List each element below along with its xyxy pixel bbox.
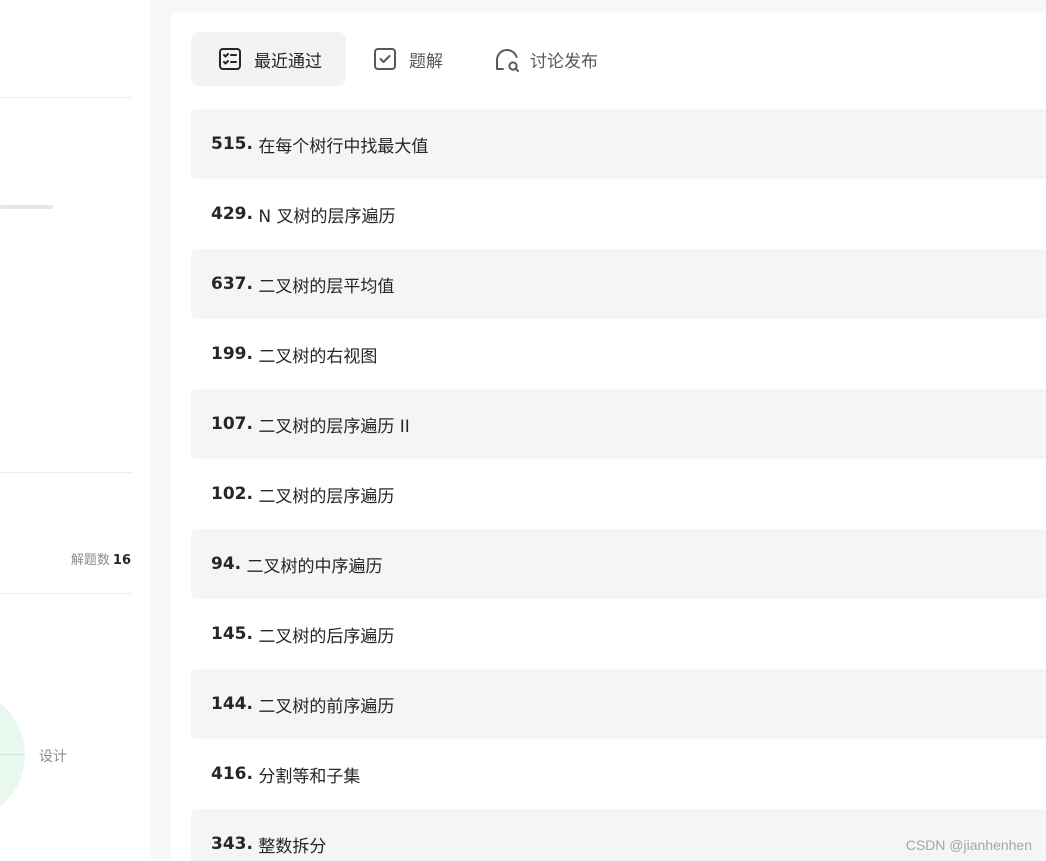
tab-solutions[interactable]: 题解 bbox=[346, 32, 467, 86]
problem-number: 416. bbox=[211, 764, 253, 784]
problem-number: 94. bbox=[211, 554, 242, 574]
divider bbox=[0, 472, 132, 473]
tab-label: 讨论发布 bbox=[530, 51, 598, 72]
problem-title: 二叉树的层序遍历 II bbox=[258, 416, 410, 437]
activity-card: 最近通过 题解 讨论发布 515. 在每个树行中找最大值 429. N 叉树的层… bbox=[171, 12, 1046, 861]
problem-row[interactable]: 199. 二叉树的右视图 bbox=[191, 319, 1046, 389]
solved-count-label: 解题数 bbox=[70, 553, 110, 568]
chart-legend-label: 设计 bbox=[39, 749, 67, 765]
divider bbox=[0, 593, 132, 594]
problem-number: 515. bbox=[211, 134, 253, 154]
problem-row[interactable]: 144. 二叉树的前序遍历 bbox=[191, 669, 1046, 739]
problem-title: 整数拆分 bbox=[258, 836, 327, 857]
problem-number: 144. bbox=[211, 694, 253, 714]
checklist-icon bbox=[218, 47, 242, 71]
divider bbox=[0, 97, 132, 98]
tab-label: 最近通过 bbox=[254, 51, 322, 72]
problem-row[interactable]: 94. 二叉树的中序遍历 bbox=[191, 529, 1046, 599]
profile-sidebar: 解题数 16 设计 bbox=[0, 0, 151, 861]
problem-row[interactable]: 102. 二叉树的层序遍历 bbox=[191, 459, 1046, 529]
legend-leader-line bbox=[0, 754, 24, 755]
problem-title: 二叉树的中序遍历 bbox=[246, 556, 383, 577]
solved-count-value: 16 bbox=[112, 553, 131, 568]
problem-row[interactable]: 515. 在每个树行中找最大值 bbox=[191, 109, 1046, 179]
problem-title: 分割等和子集 bbox=[258, 766, 361, 787]
problem-number: 145. bbox=[211, 624, 253, 644]
problem-number: 199. bbox=[211, 344, 253, 364]
tab-recent-accepted[interactable]: 最近通过 bbox=[191, 32, 346, 86]
page: 解题数 16 设计 最近通过 题解 讨论发布 515. 在每个树行中找最大值 4… bbox=[0, 0, 1046, 861]
problem-title: 二叉树的层序遍历 bbox=[258, 486, 395, 507]
problem-row[interactable]: 107. 二叉树的层序遍历 II bbox=[191, 389, 1046, 459]
problem-row[interactable]: 343. 整数拆分 bbox=[191, 809, 1046, 861]
problem-row[interactable]: 637. 二叉树的层平均值 bbox=[191, 249, 1046, 319]
problem-title: 二叉树的层平均值 bbox=[258, 276, 395, 297]
problem-number: 107. bbox=[211, 414, 253, 434]
problem-number: 102. bbox=[211, 484, 253, 504]
problem-title: 二叉树的前序遍历 bbox=[258, 696, 395, 717]
watermark: CSDN @jianhenhen bbox=[905, 837, 1032, 853]
activity-tabs: 最近通过 题解 讨论发布 bbox=[191, 32, 622, 86]
tab-label: 题解 bbox=[409, 51, 443, 72]
problem-row[interactable]: 416. 分割等和子集 bbox=[191, 739, 1046, 809]
tab-discussions[interactable]: 讨论发布 bbox=[467, 32, 622, 86]
progress-bar bbox=[0, 205, 53, 209]
problem-title: 二叉树的后序遍历 bbox=[258, 626, 395, 647]
problem-title: N 叉树的层序遍历 bbox=[258, 206, 396, 227]
problem-title: 在每个树行中找最大值 bbox=[258, 136, 429, 157]
discussion-icon bbox=[494, 47, 519, 72]
problem-number: 429. bbox=[211, 204, 253, 224]
skill-donut-chart bbox=[0, 685, 25, 825]
problem-number: 343. bbox=[211, 834, 253, 854]
problem-list: 515. 在每个树行中找最大值 429. N 叉树的层序遍历 637. 二叉树的… bbox=[191, 109, 1046, 861]
problem-number: 637. bbox=[211, 274, 253, 294]
solved-count: 解题数 16 bbox=[71, 549, 131, 568]
problem-row[interactable]: 429. N 叉树的层序遍历 bbox=[191, 179, 1046, 249]
problem-row[interactable]: 145. 二叉树的后序遍历 bbox=[191, 599, 1046, 669]
problem-title: 二叉树的右视图 bbox=[258, 346, 378, 367]
checkbox-icon bbox=[373, 47, 397, 71]
